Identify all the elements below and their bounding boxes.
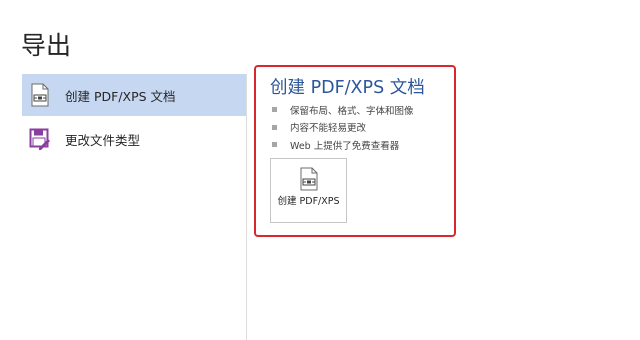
panel-title: 创建 PDF/XPS 文档 bbox=[270, 78, 425, 98]
nav-item-create-pdf-xps[interactable]: 创建 PDF/XPS 文档 bbox=[22, 74, 247, 116]
pdf-document-icon bbox=[299, 167, 319, 191]
feature-text: Web 上提供了免费查看器 bbox=[290, 140, 400, 152]
nav-item-label: 更改文件类型 bbox=[65, 132, 141, 148]
pdf-document-icon bbox=[29, 83, 51, 107]
change-file-type-icon bbox=[29, 127, 51, 151]
list-item: 保留布局、格式、字体和图像 bbox=[272, 101, 414, 119]
nav-item-change-file-type[interactable]: 更改文件类型 bbox=[22, 118, 247, 160]
vertical-divider bbox=[246, 74, 247, 340]
nav-item-label: 创建 PDF/XPS 文档 bbox=[65, 88, 176, 104]
feature-text: 保留布局、格式、字体和图像 bbox=[290, 105, 414, 117]
bullet-icon bbox=[272, 107, 277, 113]
bullet-icon bbox=[272, 124, 277, 130]
export-nav: 创建 PDF/XPS 文档 更改文件类型 bbox=[22, 74, 247, 160]
create-button-label: 创建 PDF/XPS bbox=[277, 196, 340, 207]
export-page: 导出 创建 PDF/XPS 文档 更改文件类型 创建 PDF/XPS 文档 保留… bbox=[0, 0, 640, 340]
create-pdf-xps-button[interactable]: 创建 PDF/XPS bbox=[270, 158, 347, 223]
bullet-icon bbox=[272, 142, 277, 148]
list-item: 内容不能轻易更改 bbox=[272, 119, 414, 137]
feature-list: 保留布局、格式、字体和图像 内容不能轻易更改 Web 上提供了免费查看器 bbox=[272, 101, 414, 154]
create-pdf-xps-panel: 创建 PDF/XPS 文档 保留布局、格式、字体和图像 内容不能轻易更改 Web… bbox=[254, 65, 456, 237]
list-item: Web 上提供了免费查看器 bbox=[272, 136, 414, 154]
feature-text: 内容不能轻易更改 bbox=[290, 123, 367, 135]
page-title: 导出 bbox=[21, 31, 72, 60]
